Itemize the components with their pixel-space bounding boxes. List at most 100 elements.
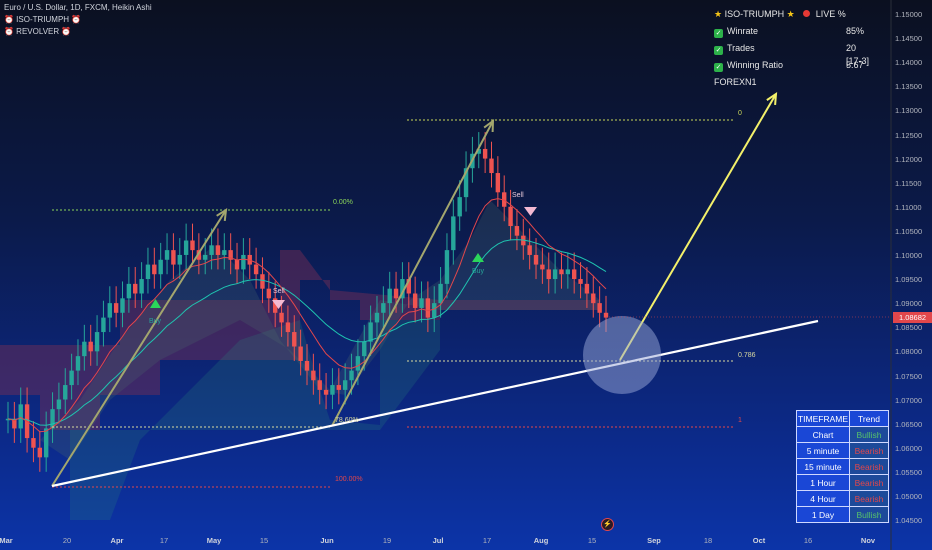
candle-body <box>559 269 564 275</box>
time-tick-label: Jul <box>432 536 444 545</box>
price-tick-label: 1.06000 <box>895 443 923 453</box>
timeframe-cell: Chart <box>796 426 850 443</box>
stats-brand: FOREXN1 <box>714 77 757 87</box>
star-icon: ★ <box>714 9 723 19</box>
candle-body <box>69 370 74 386</box>
candle-body <box>183 240 189 255</box>
trend-cell: Bullish <box>849 506 889 523</box>
table-row: 1 Day Bullish <box>796 506 889 523</box>
table-header: Trend <box>849 410 889 427</box>
candle-body <box>349 370 354 381</box>
check-icon: ✓ <box>714 63 723 72</box>
sell-signal-label: Sell <box>273 288 285 295</box>
candle-body <box>432 303 437 318</box>
candle-body <box>584 283 590 294</box>
time-tick-label: 19 <box>382 536 392 545</box>
time-tick-label: 17 <box>482 536 492 545</box>
time-tick-label: Sep <box>647 536 661 545</box>
timeframe-table: TIMEFRAME Trend Chart Bullish 5 minute B… <box>796 410 889 523</box>
time-tick-label: 18 <box>703 536 713 545</box>
candle-body <box>126 283 132 299</box>
price-tick-label: 1.04500 <box>895 516 923 526</box>
stats-value: 85% <box>846 26 865 36</box>
trend-cell: Bearish <box>849 442 889 459</box>
candle-body <box>533 254 539 265</box>
price-tick-label: 1.15000 <box>895 10 923 19</box>
fib-level-label: 100.00% <box>335 476 363 483</box>
candle-body <box>107 303 112 318</box>
sell-triangle-icon <box>524 207 537 216</box>
candle-body <box>374 312 380 323</box>
indicator-revolver[interactable]: ⏰ REVOLVER ⏰ <box>4 27 71 37</box>
candle-body <box>75 356 81 371</box>
target-circle <box>583 316 661 394</box>
candle-body <box>56 399 62 410</box>
candle-body <box>368 322 373 342</box>
candle-body <box>171 250 176 265</box>
table-row: 1 Hour Bearish <box>796 474 889 491</box>
price-tick-label: 1.06500 <box>895 419 923 429</box>
stats-label: Winning Ratio <box>727 60 784 70</box>
candle-body <box>508 206 513 227</box>
candle-body <box>482 148 488 159</box>
candle-body <box>190 240 195 251</box>
candle-body <box>31 438 36 448</box>
candle-body <box>298 346 303 361</box>
price-tick-label: 1.11500 <box>895 178 922 188</box>
projection-arrow <box>619 93 777 361</box>
candle-body <box>222 250 227 255</box>
symbol-title[interactable]: Euro / U.S. Dollar, 1D, FXCM, Heikin Ash… <box>4 3 152 13</box>
fib-level-label: 78.60% <box>335 417 359 424</box>
price-tick-label: 1.14500 <box>895 34 923 44</box>
stats-title-row: ★ ISO-TRIUMPH ★ LIVE % <box>714 8 874 25</box>
timeframe-cell: 15 minute <box>796 458 850 475</box>
candle-body <box>285 322 291 333</box>
lightning-icon[interactable]: ⚡ <box>601 518 614 531</box>
candle-body <box>540 264 545 270</box>
candle-body <box>101 317 106 333</box>
trend-cell: Bearish <box>849 490 889 507</box>
candle-body <box>37 447 43 458</box>
trend-cell: Bullish <box>849 426 889 443</box>
time-tick-label: 16 <box>803 536 813 545</box>
price-tick-label: 1.13500 <box>895 82 923 92</box>
stats-row-ratio: ✓ Winning Ratio 5.67 <box>714 59 874 76</box>
fib-level-label: 0 <box>738 110 742 117</box>
candle-body <box>412 293 418 308</box>
buy-signal-label: Buy <box>472 268 485 275</box>
price-tick-label: 1.11000 <box>895 202 922 212</box>
star-icon: ★ <box>786 9 795 19</box>
price-tick-label: 1.07500 <box>895 371 923 381</box>
candle-body <box>120 298 125 313</box>
stats-panel: ★ ISO-TRIUMPH ★ LIVE % ✓ Winrate 85% ✓ Tra… <box>714 8 874 93</box>
live-dot-icon <box>803 10 811 17</box>
impulse-arrow-head <box>216 208 228 222</box>
price-tick-label: 1.08000 <box>895 347 923 357</box>
price-tick-label: 1.13000 <box>895 106 923 116</box>
stats-label: Winrate <box>727 26 759 36</box>
check-icon: ✓ <box>714 46 723 55</box>
fib-level-label: 0.786 <box>738 352 756 359</box>
trend-cell: Bearish <box>849 474 889 491</box>
candle-body <box>304 360 310 371</box>
candle-body <box>355 356 361 371</box>
table-row: 15 minute Bearish <box>796 458 889 475</box>
indicator-iso-triumph[interactable]: ⏰ ISO-TRIUMPH ⏰ <box>4 15 81 25</box>
candle-body <box>393 288 399 299</box>
price-tick-label: 1.05000 <box>895 492 923 501</box>
price-tick-label: 1.10500 <box>895 226 923 236</box>
fib-level-label: 1 <box>738 417 742 424</box>
buy-signal-label: Buy <box>149 318 162 325</box>
chart-stage[interactable]: { "header": { "symbol_line": "Euro / U.S… <box>0 0 932 550</box>
candle-body <box>145 264 151 280</box>
table-row: Chart Bullish <box>796 426 889 443</box>
candle-body <box>387 288 392 304</box>
candle-body <box>253 264 259 275</box>
candle-body <box>164 250 170 260</box>
fib-level-label: 0.00% <box>333 199 353 206</box>
price-tick-label: 1.14000 <box>895 58 923 68</box>
time-tick-label: Mar <box>0 536 13 545</box>
sell-signal-label: Sell <box>512 192 524 199</box>
candle-body <box>336 385 342 390</box>
candle-body <box>203 254 208 260</box>
